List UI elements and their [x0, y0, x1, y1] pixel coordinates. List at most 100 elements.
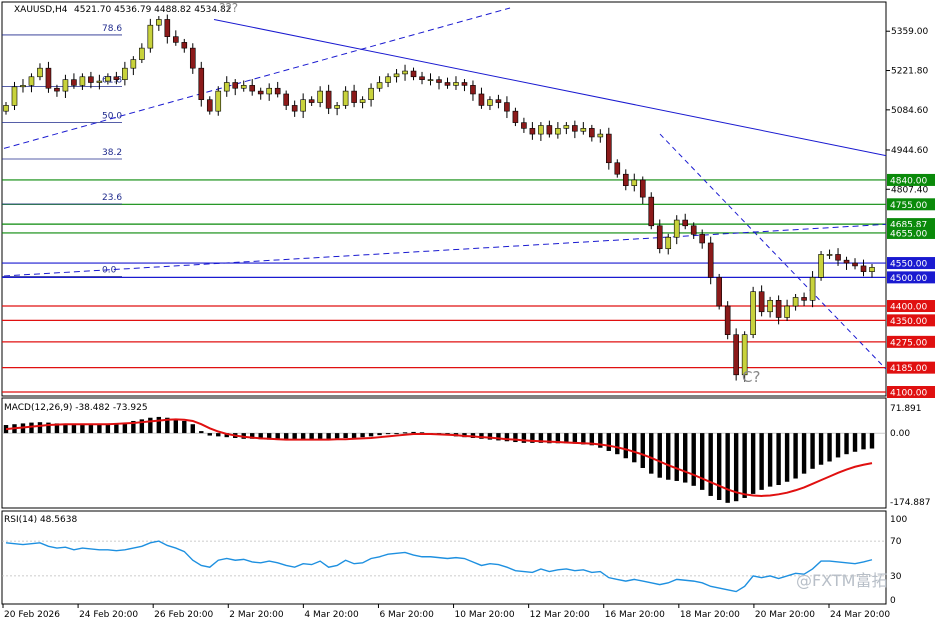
macd-bar	[649, 433, 654, 474]
candle-body	[665, 236, 672, 250]
price-tick-label: 5359.00	[891, 27, 928, 37]
macd-bar	[334, 433, 340, 439]
candle-body	[775, 299, 782, 318]
macd-bar	[199, 431, 204, 434]
candle-body	[453, 82, 459, 86]
watermark: @FXTM富拓	[796, 571, 887, 590]
candle-body	[504, 102, 510, 112]
rsi-line	[5, 540, 873, 593]
candle-body	[189, 47, 196, 69]
macd-tick-label: 0.00	[890, 429, 910, 439]
macd-bar	[606, 433, 612, 451]
time-tick-label: 12 Mar 20:00	[530, 610, 590, 620]
level-label: 4350.00	[890, 317, 927, 327]
candle-body	[105, 76, 111, 82]
macd-bar	[716, 433, 722, 500]
macd-bar	[810, 433, 815, 469]
downtrend-line	[213, 18, 887, 157]
candle-body	[274, 87, 281, 95]
macd-bar	[640, 433, 645, 468]
candle-body	[673, 219, 680, 238]
candle-body	[835, 254, 841, 261]
rsi-tick-label: 30	[890, 572, 902, 582]
macd-bar	[869, 433, 875, 449]
macd-bar	[37, 422, 43, 434]
candle-body	[368, 87, 374, 101]
macd-bar	[784, 433, 790, 482]
macd-bar	[182, 420, 187, 434]
candle-body	[826, 254, 833, 256]
candle-body	[427, 79, 434, 81]
candle-body	[173, 36, 179, 43]
candle-body	[334, 105, 340, 109]
macd-bar	[394, 433, 399, 435]
candle-body	[563, 125, 570, 129]
candle-body	[622, 173, 629, 186]
candle-body	[572, 125, 578, 132]
macd-bar	[844, 433, 849, 455]
macd-bar	[818, 433, 824, 465]
level-label: 4400.00	[890, 303, 927, 313]
macd-tick-label: -174.887	[890, 498, 930, 508]
time-tick-label: 6 Mar 20:00	[379, 610, 434, 620]
support-resistance-lines: 4840.004755.004685.874655.004550.004500.…	[2, 173, 935, 399]
macd-bar	[683, 433, 688, 483]
candle-body	[147, 24, 154, 49]
candle-body	[606, 133, 612, 164]
candle-body	[37, 67, 43, 78]
candle-body	[589, 128, 595, 138]
candle-body	[767, 299, 773, 313]
candle-body	[308, 99, 315, 103]
candle-body	[291, 105, 298, 112]
candle-body	[546, 125, 553, 135]
rsi-tick-label: 0	[890, 596, 896, 606]
price-tick-label: 5084.60	[891, 106, 928, 116]
candle-body	[164, 19, 171, 37]
wave-label-top: ???	[219, 1, 238, 15]
candle-body	[444, 82, 451, 86]
candle-body	[869, 267, 875, 272]
macd-bar	[207, 433, 212, 436]
candle-body	[614, 162, 621, 175]
candle-body	[113, 76, 120, 80]
macd-bar	[708, 433, 713, 496]
candle-body	[351, 90, 357, 103]
candle-body	[96, 80, 103, 83]
macd-bar	[156, 416, 162, 434]
macd-bar	[793, 433, 798, 479]
time-tick-label: 18 Mar 20:00	[680, 610, 740, 620]
macd-bar	[402, 432, 408, 434]
candle-body	[792, 297, 799, 307]
candle-body	[88, 76, 94, 83]
rsi-tick-label: 70	[890, 537, 902, 547]
macd-label: MACD(12,26,9) -38.482 -73.925	[4, 403, 148, 413]
candle-body	[20, 85, 26, 88]
price-tick-label: 4944.60	[891, 146, 928, 156]
level-label: 4500.00	[890, 274, 927, 284]
time-tick-label: 24 Mar 20:00	[830, 610, 890, 620]
level-label: 4655.00	[890, 229, 927, 239]
macd-bar	[742, 433, 747, 498]
candle-body	[62, 79, 69, 92]
axes: 5359.00 5221.80 5084.60 4944.60 4807.40 71.89…	[2, 27, 930, 620]
candle-body	[240, 85, 247, 89]
candle-body	[156, 19, 162, 26]
candles	[3, 14, 875, 382]
candle-body	[385, 76, 391, 83]
macd-bar	[852, 433, 858, 452]
price-chart[interactable]: 4840.004755.004685.874655.004550.004500.…	[0, 0, 936, 624]
rsi-tick-label: 100	[890, 515, 907, 525]
fib-label: 23.6	[102, 193, 122, 203]
macd-bar	[317, 433, 323, 439]
macd-bar	[674, 433, 679, 481]
macd-bar	[63, 424, 68, 434]
candle-body	[495, 99, 502, 103]
candle-body	[580, 128, 587, 132]
candle-body	[28, 76, 35, 86]
candle-body	[181, 42, 188, 49]
candle-body	[690, 225, 697, 235]
macd-bar	[148, 417, 153, 434]
macd-bar	[29, 422, 34, 434]
macd-bar	[827, 433, 832, 462]
macd-bar	[767, 433, 773, 487]
